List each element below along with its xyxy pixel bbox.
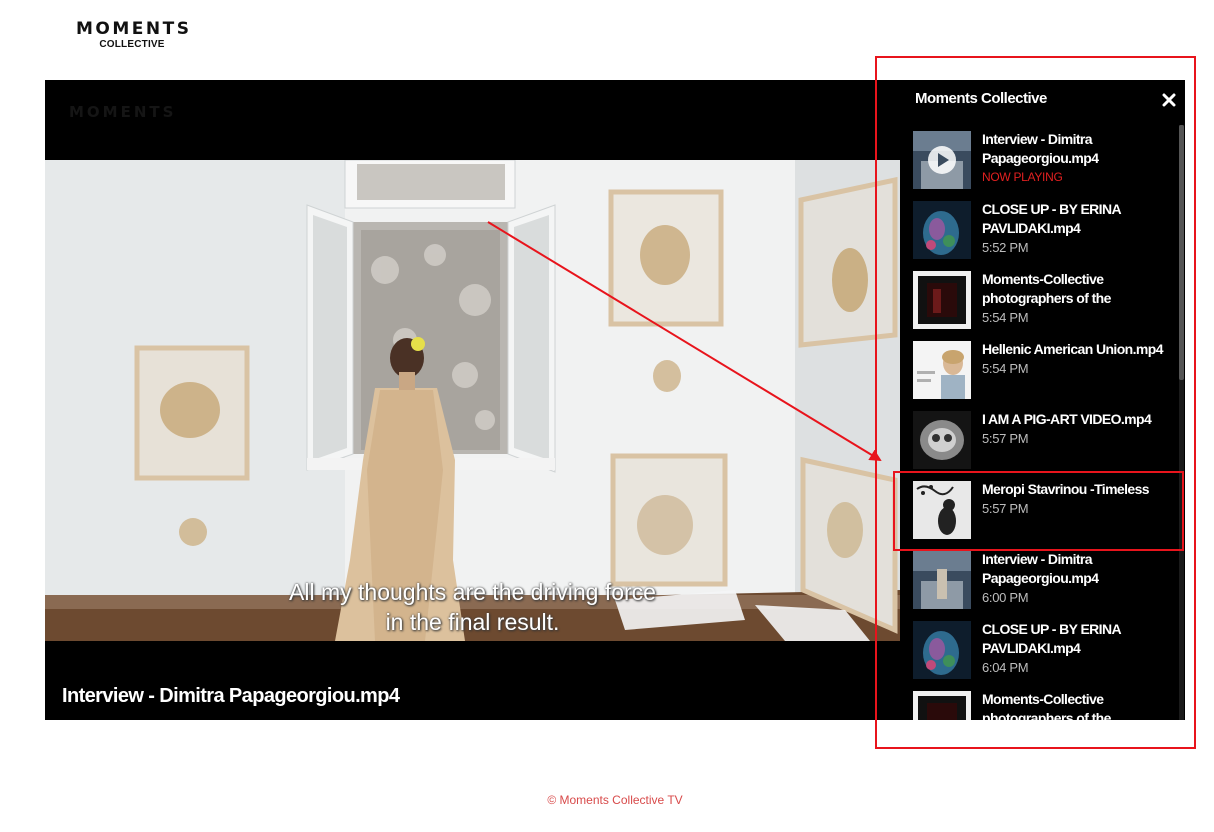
footer-copyright: © Moments Collective TV: [547, 793, 683, 807]
playlist-item[interactable]: Meropi Stavrinou -Timeless 5:57 PM: [900, 478, 1178, 548]
playlist-item[interactable]: CLOSE UP - BY ERINA PAVLIDAKI.mp4 6:04 P…: [900, 618, 1178, 688]
playlist-item-title: Meropi Stavrinou -Timeless: [982, 481, 1150, 497]
playlist-thumbnail: [913, 271, 971, 329]
playlist-item-time: 5:57 PM: [982, 431, 1029, 446]
playlist-item-time: 5:54 PM: [982, 310, 1029, 325]
playlist-item[interactable]: Hellenic American Union.mp4 5:54 PM: [900, 338, 1178, 408]
playlist-item-time: 5:54 PM: [982, 361, 1029, 376]
playlist-thumbnail: [913, 481, 971, 539]
playlist-item[interactable]: Interview - Dimitra Papageorgiou.mp4 NOW…: [900, 128, 1178, 198]
playlist-item[interactable]: I AM A PIG-ART VIDEO.mp4 5:57 PM: [900, 408, 1178, 478]
playlist-item-title: Moments-Collective photographers of the: [982, 691, 1111, 720]
subtitle-line-2: in the final result.: [385, 609, 560, 635]
playlist-item-title: CLOSE UP - BY ERINA PAVLIDAKI.mp4: [982, 621, 1121, 656]
playlist-item[interactable]: Moments-Collective photographers of the: [900, 688, 1178, 720]
video-still-image: [45, 160, 900, 641]
playlist-thumbnail: [913, 201, 971, 259]
logo-sub-text: COLLECTIVE: [99, 39, 165, 50]
now-playing-label: NOW PLAYING: [982, 170, 1063, 184]
video-frame[interactable]: All my thoughts are the driving force in…: [45, 160, 900, 641]
playlist-thumbnail: [913, 131, 971, 189]
playlist-item[interactable]: Moments-Collective photographers of the …: [900, 268, 1178, 338]
playlist-thumbnail: [913, 691, 971, 720]
playlist-header: Moments Collective: [915, 90, 1047, 107]
video-player[interactable]: MOMENTS All my thoughts are the driving …: [45, 80, 1185, 720]
playlist-thumbnail: [913, 551, 971, 609]
playlist-items: Interview - Dimitra Papageorgiou.mp4 NOW…: [900, 128, 1178, 720]
logo-main-text: MOMENTS: [76, 19, 192, 39]
playlist-thumbnail: [913, 411, 971, 469]
video-title: Interview - Dimitra Papageorgiou.mp4: [62, 685, 400, 707]
playlist-item-title: Moments-Collective photographers of the: [982, 271, 1111, 306]
playlist-item-title: I AM A PIG-ART VIDEO.mp4: [982, 411, 1152, 427]
playlist-item-time: 5:52 PM: [982, 240, 1029, 255]
site-logo[interactable]: MOMENTS COLLECTIVE: [76, 19, 192, 50]
close-icon[interactable]: [1162, 93, 1176, 107]
playlist-panel[interactable]: Moments Collective Interview - Dimitra P…: [900, 80, 1185, 720]
player-watermark: MOMENTS: [69, 103, 177, 121]
playlist-item-title: Hellenic American Union.mp4: [982, 341, 1163, 357]
playlist-item-time: 5:57 PM: [982, 501, 1029, 516]
playlist-item[interactable]: Interview - Dimitra Papageorgiou.mp4 6:0…: [900, 548, 1178, 618]
playlist-thumbnail: [913, 341, 971, 399]
playlist-thumbnail: [913, 621, 971, 679]
playlist-item-time: 6:04 PM: [982, 660, 1029, 675]
playlist-item-title: CLOSE UP - BY ERINA PAVLIDAKI.mp4: [982, 201, 1121, 236]
subtitle-line-1: All my thoughts are the driving force: [289, 579, 656, 605]
playlist-item[interactable]: CLOSE UP - BY ERINA PAVLIDAKI.mp4 5:52 P…: [900, 198, 1178, 268]
playlist-item-title: Interview - Dimitra Papageorgiou.mp4: [982, 551, 1099, 586]
playlist-scrollbar-thumb[interactable]: [1179, 125, 1184, 380]
playlist-item-title: Interview - Dimitra Papageorgiou.mp4: [982, 131, 1099, 166]
playlist-item-time: 6:00 PM: [982, 590, 1029, 605]
